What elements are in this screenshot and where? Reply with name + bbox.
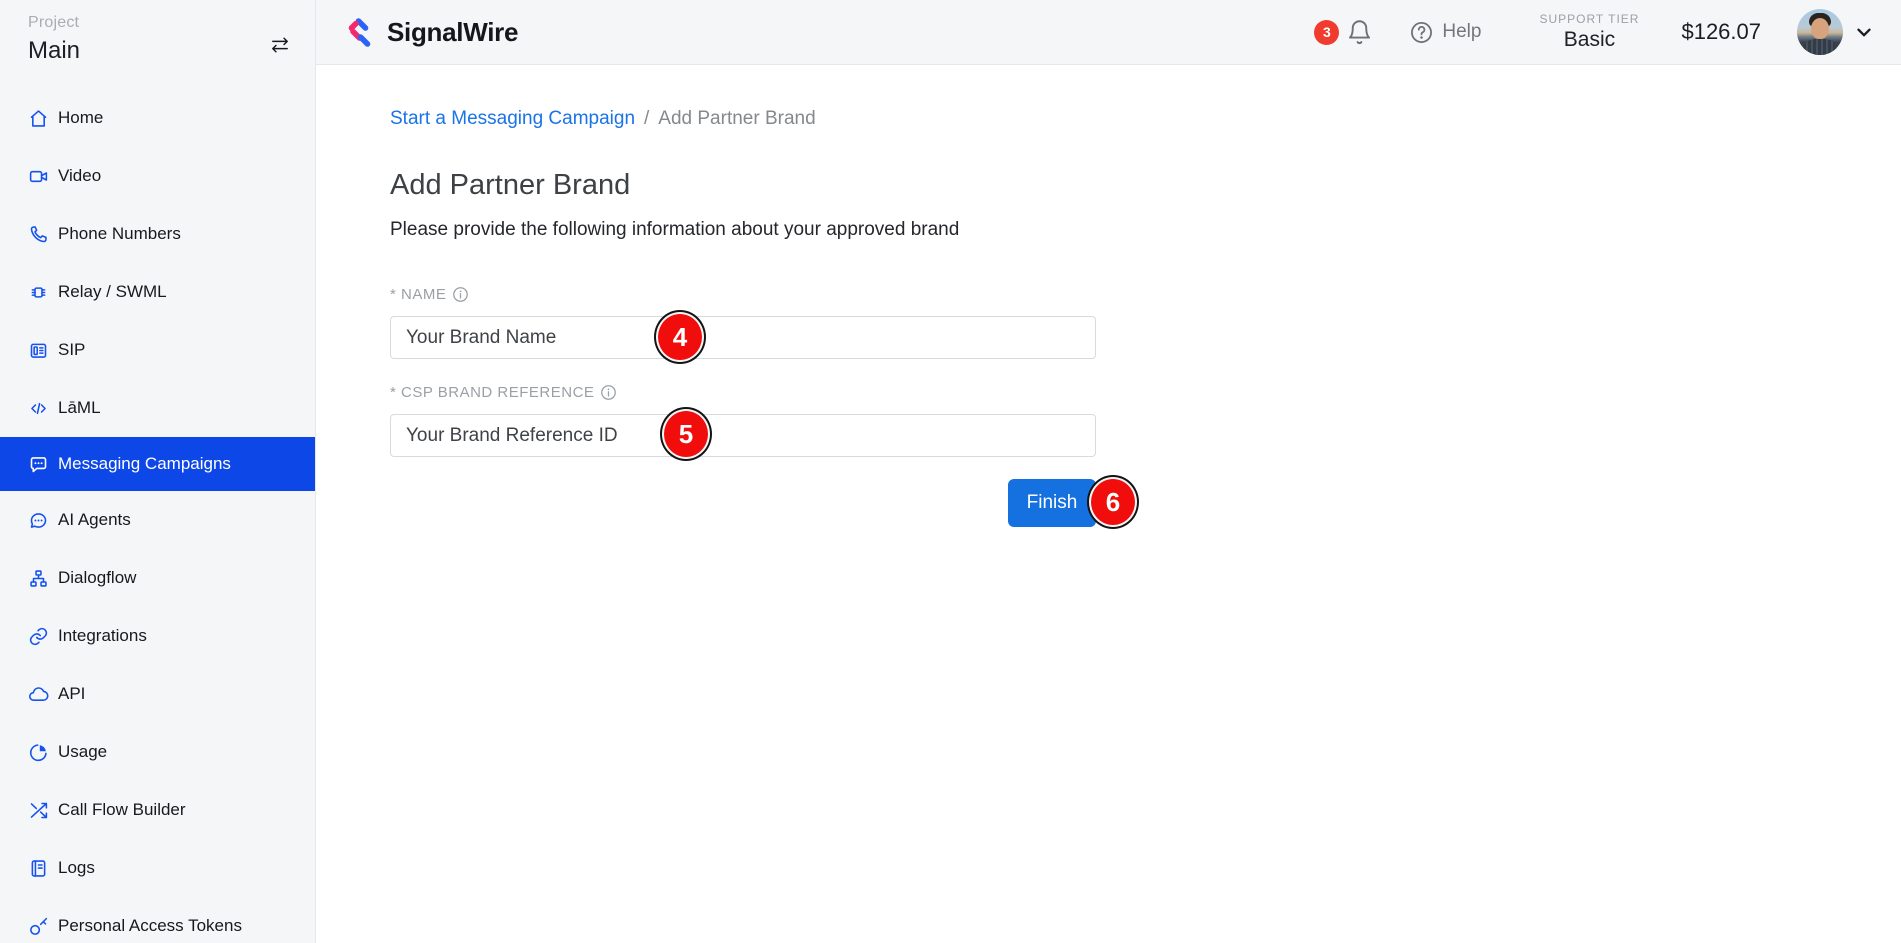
sidebar-item-integrations[interactable]: Integrations (0, 607, 315, 665)
breadcrumb-current: Add Partner Brand (658, 108, 815, 130)
info-icon[interactable] (600, 384, 617, 401)
name-label: * NAME (390, 286, 1096, 303)
sidebar-item-label: Video (58, 166, 101, 186)
bell-icon (1346, 19, 1373, 46)
notification-count-badge: 3 (1314, 20, 1339, 45)
help-label: Help (1442, 21, 1481, 43)
csp-brand-reference-label: * CSP BRAND REFERENCE (390, 384, 1096, 401)
help-icon (1409, 20, 1434, 45)
phone-icon (28, 224, 49, 245)
sidebar-item-label: Integrations (58, 626, 147, 646)
avatar-face (1811, 18, 1829, 39)
sidebar-item-personal-access-tokens[interactable]: Personal Access Tokens (0, 897, 315, 943)
sidebar-item-messaging-campaigns[interactable]: Messaging Campaigns (0, 437, 315, 491)
sidebar-item-label: Personal Access Tokens (58, 916, 242, 936)
app-window: Project Main Home Video Phone Numb (0, 0, 1901, 943)
brand[interactable]: SignalWire (345, 16, 518, 49)
speech-bubble-icon (28, 510, 49, 531)
sidebar-nav: Home Video Phone Numbers Relay / SWML SI… (0, 89, 315, 943)
sidebar-item-label: AI Agents (58, 510, 131, 530)
sidebar-item-relay-swml[interactable]: Relay / SWML (0, 263, 315, 321)
annotation-badge-5: 5 (662, 409, 710, 459)
project-name: Main (28, 37, 80, 65)
sidebar-item-label: Messaging Campaigns (58, 454, 231, 474)
journal-icon (28, 858, 49, 879)
sidebar-item-sip[interactable]: SIP (0, 321, 315, 379)
pie-chart-icon (28, 742, 49, 763)
project-info: Project Main (28, 14, 80, 65)
account-menu-chevron[interactable] (1853, 21, 1875, 43)
chip-icon (28, 282, 49, 303)
key-icon (28, 916, 49, 937)
code-icon (28, 398, 49, 419)
sidebar-item-label: Usage (58, 742, 107, 762)
notifications-button[interactable]: 3 (1314, 19, 1373, 46)
sidebar-item-label: Phone Numbers (58, 224, 181, 244)
brand-name-input[interactable] (390, 316, 1096, 359)
sidebar-item-phone-numbers[interactable]: Phone Numbers (0, 205, 315, 263)
sidebar-item-dialogflow[interactable]: Dialogflow (0, 549, 315, 607)
support-tier-label: SUPPORT TIER (1539, 12, 1639, 26)
csp-label-text: * CSP BRAND REFERENCE (390, 384, 594, 401)
sidebar-item-laml[interactable]: LāML (0, 379, 315, 437)
sidebar-item-label: Dialogflow (58, 568, 136, 588)
sidebar-item-home[interactable]: Home (0, 89, 315, 147)
support-tier-value: Basic (1539, 28, 1639, 52)
sidebar-item-label: LāML (58, 398, 101, 418)
breadcrumb-separator: / (644, 108, 649, 130)
sidebar-item-video[interactable]: Video (0, 147, 315, 205)
top-header: SignalWire 3 Help (316, 0, 1901, 65)
chevron-down-icon (1853, 21, 1875, 43)
sitemap-icon (28, 568, 49, 589)
sidebar-item-usage[interactable]: Usage (0, 723, 315, 781)
sidebar-item-label: API (58, 684, 85, 704)
shuffle-icon (28, 800, 49, 821)
sidebar-item-label: Logs (58, 858, 95, 878)
avatar-shirt (1803, 39, 1837, 55)
chat-bubble-icon (28, 454, 49, 475)
sidebar-item-call-flow-builder[interactable]: Call Flow Builder (0, 781, 315, 839)
sidebar-item-logs[interactable]: Logs (0, 839, 315, 897)
csp-brand-reference-input[interactable] (390, 414, 1096, 457)
sidebar-item-api[interactable]: API (0, 665, 315, 723)
main-column: SignalWire 3 Help (316, 0, 1901, 943)
content-area: Start a Messaging Campaign / Add Partner… (316, 65, 1901, 943)
info-icon[interactable] (452, 286, 469, 303)
sidebar-item-label: Home (58, 108, 103, 128)
sidebar-item-label: Relay / SWML (58, 282, 167, 302)
annotation-badge-4: 4 (656, 312, 704, 362)
signalwire-logo-icon (345, 16, 376, 49)
brand-form: * NAME * CSP BRAND REFERENCE Finish (390, 286, 1096, 527)
finish-button[interactable]: Finish (1008, 479, 1096, 527)
sidebar: Project Main Home Video Phone Numb (0, 0, 316, 943)
switch-project-icon[interactable] (269, 36, 291, 59)
page-subtitle: Please provide the following information… (390, 218, 1901, 242)
breadcrumb-link[interactable]: Start a Messaging Campaign (390, 108, 635, 130)
help-button[interactable]: Help (1409, 20, 1481, 45)
project-label: Project (28, 14, 80, 32)
sidebar-item-label: SIP (58, 340, 85, 360)
account-balance[interactable]: $126.07 (1681, 19, 1761, 45)
sidebar-item-label: Call Flow Builder (58, 800, 186, 820)
sidebar-item-ai-agents[interactable]: AI Agents (0, 491, 315, 549)
cloud-icon (28, 684, 49, 705)
video-camera-icon (28, 166, 49, 187)
link-icon (28, 626, 49, 647)
page-title: Add Partner Brand (390, 168, 1901, 202)
support-tier: SUPPORT TIER Basic (1539, 12, 1639, 52)
form-actions: Finish (390, 479, 1096, 527)
name-label-text: * NAME (390, 286, 446, 303)
desk-phone-icon (28, 340, 49, 361)
annotation-badge-6: 6 (1089, 477, 1137, 527)
project-header: Project Main (0, 0, 315, 65)
avatar[interactable] (1797, 9, 1843, 55)
brand-name: SignalWire (387, 17, 518, 48)
header-right: 3 Help SUPPORT TIER Bas (1314, 9, 1875, 55)
breadcrumb: Start a Messaging Campaign / Add Partner… (390, 108, 1901, 130)
home-icon (28, 108, 49, 129)
